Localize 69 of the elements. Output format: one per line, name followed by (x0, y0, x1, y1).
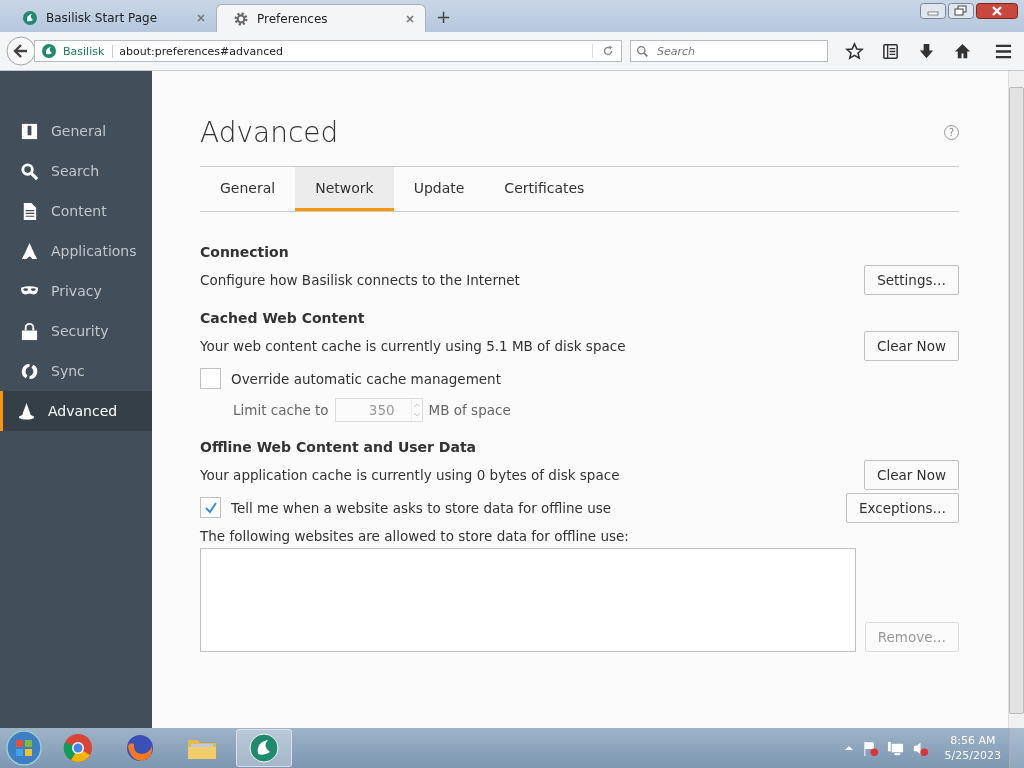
sidebar-item[interactable]: Search (0, 151, 152, 191)
checkbox[interactable] (200, 497, 221, 518)
basilisk-logo-icon (22, 10, 38, 26)
search-field[interactable]: Search (630, 40, 828, 62)
sidebar-item[interactable]: Security (0, 311, 152, 351)
rocket-icon (20, 241, 39, 261)
sidebar-item[interactable]: Advanced (0, 391, 152, 431)
section-heading: Offline Web Content and User Data (200, 439, 478, 455)
action-button[interactable]: Clear Now (864, 459, 959, 490)
sync-icon (20, 361, 39, 381)
description-text: Your application cache is currently using 0 bytes of disk space (200, 466, 620, 483)
checkbox-label: Tell me when a website asks to store data for offline use (231, 499, 612, 516)
minimize-icon[interactable] (920, 3, 946, 19)
flag-icon[interactable] (861, 739, 879, 757)
close-icon[interactable] (405, 13, 415, 24)
browser-tab[interactable]: Preferences (216, 4, 426, 32)
search-icon (20, 161, 39, 181)
checkbox-label: Override automatic cache management (231, 370, 501, 387)
tab[interactable]: Network (295, 167, 394, 211)
clock-time: 8:56 AM (950, 733, 996, 748)
website-list[interactable] (200, 548, 856, 652)
fox-icon (124, 732, 156, 764)
site-identity: Basilisk (63, 44, 114, 58)
search-icon (636, 45, 649, 58)
start-button[interactable] (4, 728, 44, 768)
close-window-icon[interactable] (976, 3, 1018, 19)
sidebar-item[interactable]: General (0, 111, 152, 151)
action-button[interactable]: Exceptions… (846, 492, 959, 523)
restore-icon[interactable] (948, 3, 974, 19)
section-heading: Cached Web Content (200, 310, 366, 326)
network-icon[interactable] (886, 739, 904, 757)
bookmark-star-icon[interactable] (845, 41, 864, 61)
description-text: Configure how Basilisk connects to the Internet (200, 271, 520, 288)
new-tab-button[interactable]: + (426, 5, 462, 27)
back-button[interactable] (6, 36, 36, 66)
tab[interactable]: General (200, 167, 296, 211)
basilisk-logo-icon (248, 732, 280, 764)
sidebar-item[interactable]: Privacy (0, 271, 152, 311)
bookmarks-list-icon[interactable] (881, 41, 900, 61)
close-icon[interactable] (196, 13, 206, 23)
padlock-icon (20, 321, 39, 341)
checkmark-icon (203, 500, 218, 515)
chrome-icon (62, 732, 94, 764)
description-text: Your web content cache is currently using 5.1 MB of disk space (200, 337, 626, 354)
wizard-hat-icon (17, 401, 36, 421)
address-bar[interactable]: Basilisk about:preferences#advanced (34, 40, 622, 62)
sidebar-item[interactable]: Sync (0, 351, 152, 391)
limit-label: Limit cache to (233, 402, 329, 418)
checkbox[interactable] (200, 368, 221, 389)
tab[interactable]: Certificates (484, 167, 605, 211)
gear-icon (233, 10, 249, 27)
browser-tab[interactable]: Basilisk Start Page (6, 4, 216, 32)
show-hidden-icons-icon[interactable] (843, 743, 854, 753)
sidebar-item[interactable]: Applications (0, 231, 152, 271)
sidebar-item[interactable]: Content (0, 191, 152, 231)
description-text: The following websites are allowed to store data for offline use: (200, 528, 630, 544)
action-button[interactable]: Clear Now (864, 330, 959, 361)
switch-icon (20, 121, 39, 141)
clock-date: 5/25/2023 (944, 748, 1001, 763)
home-icon[interactable] (953, 41, 972, 61)
basilisk-logo-icon (41, 43, 57, 59)
action-button[interactable]: Settings… (864, 264, 959, 295)
url-text: about:preferences#advanced (119, 44, 284, 58)
unit-label: MB of space (428, 402, 511, 418)
reload-icon[interactable] (592, 44, 615, 58)
tab[interactable]: Update (393, 167, 485, 211)
section-heading: Connection (200, 244, 290, 260)
page-title: Advanced (200, 116, 339, 149)
taskbar-app[interactable] (236, 729, 292, 767)
